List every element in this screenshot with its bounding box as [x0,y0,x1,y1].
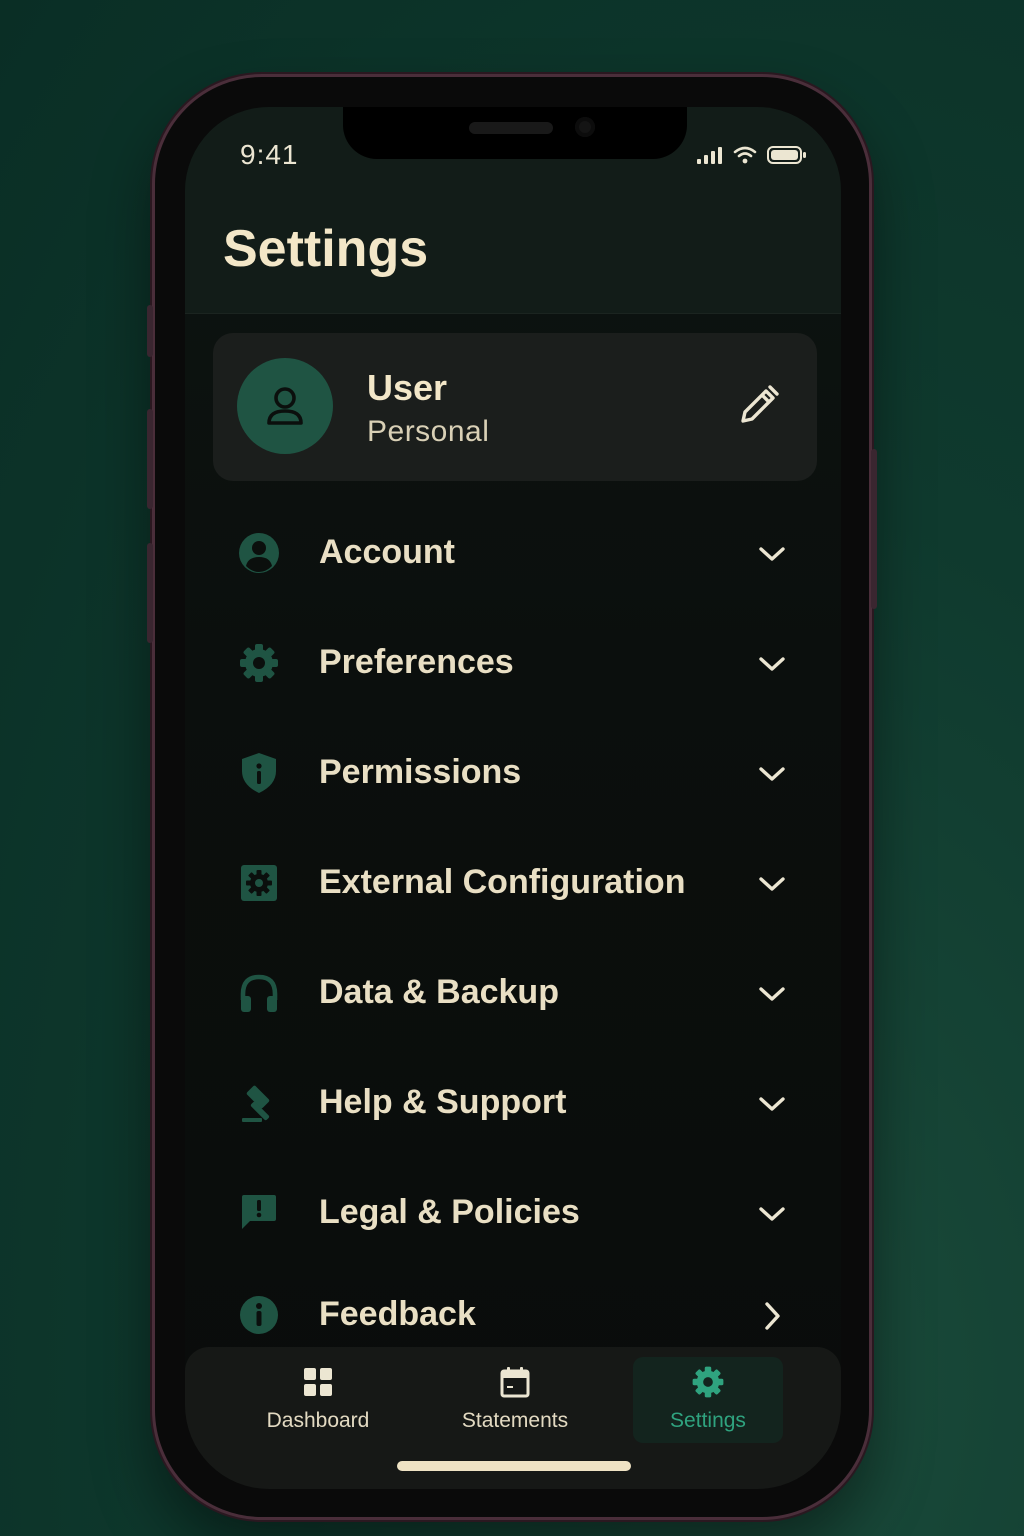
headphones-icon [237,971,281,1015]
chevron-down-icon [755,867,789,901]
profile-name: User [367,367,448,408]
tab-dashboard[interactable]: Dashboard [243,1357,393,1443]
tab-label: Dashboard [266,1409,370,1432]
menu-item-label: Legal & Policies [319,1193,580,1231]
menu-item-label: Account [319,533,455,571]
menu-item-label: Preferences [319,643,514,681]
pencil-icon [741,385,779,423]
info-icon [237,1293,281,1337]
profile-type: Personal [367,415,490,448]
grid-icon [301,1365,335,1399]
account-circle-icon [237,531,281,575]
tab-label: Statements [461,1409,569,1432]
mute-switch [147,305,153,357]
phone-frame: 9:41 Settings User Personal Account Pref… [147,74,877,1520]
edit-profile-button[interactable] [731,377,787,433]
avatar [237,358,333,454]
battery-icon [767,145,807,170]
gavel-icon [237,1081,281,1125]
signal-icon [697,146,723,169]
tab-label: Settings [670,1409,746,1432]
page-title: Settings [223,220,429,278]
screen: 9:41 Settings User Personal Account Pref… [185,107,841,1489]
chevron-down-icon [755,1087,789,1121]
speaker-grille [469,122,553,134]
menu-item-external-configuration[interactable]: External Configuration [185,833,841,933]
gear-icon [691,1365,725,1399]
tab-statements[interactable]: Statements [440,1357,590,1443]
volume-down-button [147,543,153,643]
power-button [871,449,877,609]
menu-item-preferences[interactable]: Preferences [185,613,841,713]
chevron-right-icon [755,1299,789,1333]
gear-icon [237,641,281,685]
home-indicator[interactable] [397,1461,631,1471]
menu-item-label: Help & Support [319,1083,567,1121]
menu-item-label: External Configuration [319,863,686,901]
shield-info-icon [237,751,281,795]
status-icons [697,145,807,170]
status-time: 9:41 [240,139,299,170]
profile-card[interactable]: User Personal [213,333,817,481]
menu-item-label: Data & Backup [319,973,559,1011]
wifi-icon [733,146,757,169]
settings-box-icon [237,861,281,905]
chevron-down-icon [755,1197,789,1231]
chevron-down-icon [755,537,789,571]
menu-item-label: Permissions [319,753,522,791]
menu-item-data-backup[interactable]: Data & Backup [185,943,841,1043]
front-camera [575,117,595,137]
menu-item-help-support[interactable]: Help & Support [185,1053,841,1153]
menu-item-label: Feedback [319,1295,476,1333]
menu-item-legal-policies[interactable]: Legal & Policies [185,1163,841,1263]
chevron-down-icon [755,647,789,681]
feedback-bubble-icon [237,1191,281,1235]
user-icon [267,387,303,425]
volume-up-button [147,409,153,509]
menu-item-account[interactable]: Account [185,503,841,603]
calendar-icon [498,1365,532,1399]
chevron-down-icon [755,757,789,791]
menu-item-permissions[interactable]: Permissions [185,723,841,823]
tab-settings[interactable]: Settings [633,1357,783,1443]
chevron-down-icon [755,977,789,1011]
notch [343,107,687,159]
